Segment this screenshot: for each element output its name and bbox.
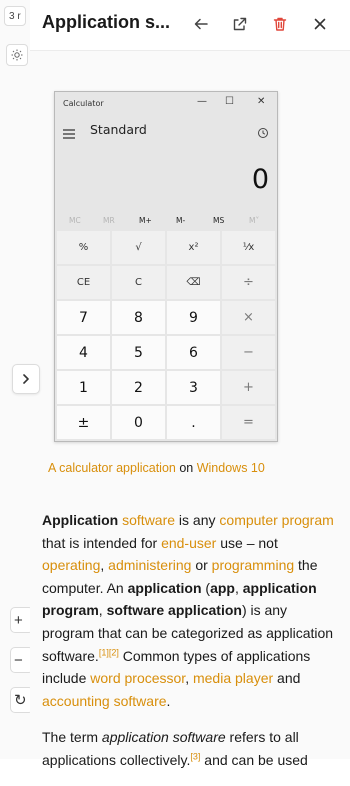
calculator-key: √ <box>112 231 165 264</box>
expand-panel-button[interactable] <box>12 364 40 394</box>
panel-header: Application s... <box>30 0 350 51</box>
article-link[interactable]: software <box>122 512 175 528</box>
memory-key: MR <box>103 216 115 225</box>
calculator-key: C <box>112 266 165 299</box>
calculator-display: 0 <box>251 164 269 195</box>
memory-key: MC <box>69 216 81 225</box>
calculator-key: . <box>167 406 220 439</box>
text-run: , <box>100 557 109 574</box>
close-button[interactable] <box>309 13 331 35</box>
bold-term: Application <box>42 512 119 528</box>
text-run: ( <box>201 579 211 596</box>
chevron-right-icon <box>23 374 29 384</box>
article-link[interactable]: computer program <box>219 512 333 528</box>
article-link[interactable]: programming <box>212 557 294 573</box>
text-run: , <box>234 579 243 596</box>
open-external-button[interactable] <box>229 13 251 35</box>
plus-icon: + <box>14 611 23 629</box>
memory-key: MS <box>213 216 225 225</box>
hamburger-icon <box>63 124 75 143</box>
history-icon <box>257 124 269 143</box>
calculator-key: 2 <box>112 371 165 404</box>
back-button[interactable] <box>190 13 212 35</box>
citation-link[interactable]: [3] <box>190 751 200 761</box>
calculator-key: = <box>222 406 275 439</box>
calculator-key: 4 <box>57 336 110 369</box>
calculator-key: % <box>57 231 110 264</box>
minimize-icon: — <box>197 96 207 107</box>
text-run: use – not <box>216 534 278 551</box>
text-run: and can be used <box>200 751 308 768</box>
article-body: Application software is any computer pro… <box>42 509 342 786</box>
text-run: or <box>191 557 212 574</box>
article-link[interactable]: operating <box>42 557 100 573</box>
calculator-key: 5 <box>112 336 165 369</box>
article-link[interactable]: word processor <box>90 670 185 686</box>
memory-key: M˅ <box>249 216 260 225</box>
bold-term: application <box>127 579 202 596</box>
calculator-window-title: Calculator <box>63 99 104 108</box>
calculator-key: 3 <box>167 371 220 404</box>
external-link-icon <box>233 17 247 31</box>
calculator-key: CE <box>57 266 110 299</box>
text-run: is any <box>175 512 220 528</box>
text-run: The term <box>42 729 102 746</box>
article-link[interactable]: accounting software <box>42 693 167 709</box>
page-title: Application s... <box>42 12 171 32</box>
theme-toggle[interactable] <box>6 44 28 66</box>
calculator-mode: Standard <box>90 122 147 137</box>
text-run: and <box>273 670 301 687</box>
italic-term: application software <box>101 729 226 746</box>
page-indicator[interactable]: 3 r <box>4 6 26 26</box>
calculator-key: × <box>222 301 275 334</box>
caption-text: on <box>179 461 194 475</box>
text-run: , <box>98 602 107 619</box>
article-link[interactable]: media player <box>193 670 273 686</box>
text-run: that is intended for <box>42 534 162 551</box>
caption-link[interactable]: A calculator application <box>48 461 176 475</box>
minus-icon: − <box>14 651 23 669</box>
memory-key: M+ <box>139 216 152 225</box>
page-indicator-label: 3 r <box>9 10 21 22</box>
calculator-screenshot: Calculator — ☐ ✕ Standard 0 MC MR M+ M- MS M˅… <box>54 91 278 442</box>
calculator-key: ± <box>57 406 110 439</box>
bold-term: app <box>210 579 235 596</box>
calculator-key: ÷ <box>222 266 275 299</box>
delete-button[interactable] <box>269 13 291 35</box>
article-link[interactable]: administering <box>108 557 191 573</box>
calculator-key: 7 <box>57 301 110 334</box>
citation-link[interactable]: [1] <box>99 647 109 657</box>
calculator-keypad: % √ x² ¹⁄x CE C ⌫ ÷ 7 8 9 × 4 5 6− 1 2 3 + ±0. = <box>57 231 275 439</box>
window-close-icon: ✕ <box>257 96 266 107</box>
sun-icon <box>11 49 23 61</box>
calculator-key: 8 <box>112 301 165 334</box>
bold-term: software application <box>106 602 242 619</box>
calculator-key: ¹⁄x <box>222 231 275 264</box>
memory-key: M- <box>176 216 186 225</box>
trash-icon <box>273 17 287 31</box>
close-icon <box>314 18 326 30</box>
paragraph: The term application software refers to … <box>42 726 342 771</box>
calculator-key: 6 <box>167 336 220 369</box>
arrow-left-icon <box>194 18 208 30</box>
calculator-key: ⌫ <box>167 266 220 299</box>
refresh-icon: ↻ <box>14 692 27 709</box>
caption-link-windows[interactable]: Windows 10 <box>197 461 265 475</box>
calculator-key: 9 <box>167 301 220 334</box>
calculator-key: − <box>222 336 275 369</box>
article-link[interactable]: end-user <box>161 535 216 551</box>
paragraph: Application software is any computer pro… <box>42 509 342 712</box>
calculator-key: x² <box>167 231 220 264</box>
maximize-icon: ☐ <box>225 96 234 107</box>
text-run: . <box>166 692 171 709</box>
calculator-titlebar: Calculator — ☐ ✕ <box>55 92 277 114</box>
article-panel: Application s... Calculator — ☐ ✕ Standa… <box>30 0 350 768</box>
citation-link[interactable]: [2] <box>109 647 119 657</box>
calculator-key: 1 <box>57 371 110 404</box>
article-content: Calculator — ☐ ✕ Standard 0 MC MR M+ M- MS M˅… <box>30 51 350 768</box>
calculator-key: 0 <box>112 406 165 439</box>
text-run: , <box>185 670 193 687</box>
image-caption: A calculator application on Windows 10 <box>48 461 265 475</box>
calculator-key: + <box>222 371 275 404</box>
